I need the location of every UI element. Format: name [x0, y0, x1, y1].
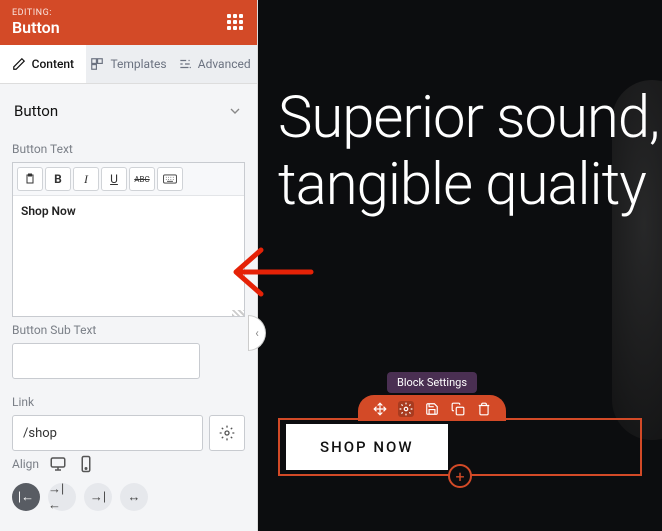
tab-templates[interactable]: Templates: [86, 45, 172, 83]
tab-content[interactable]: Content: [0, 45, 86, 83]
link-label: Link: [12, 395, 245, 409]
content-panel: Button Button Text B I U ABC Button Sub …: [0, 84, 257, 531]
clipboard-icon: [24, 173, 36, 185]
align-label: Align: [12, 457, 39, 471]
link-settings-button[interactable]: [209, 415, 245, 451]
pencil-icon: [12, 57, 26, 71]
tab-content-label: Content: [32, 57, 74, 71]
preview-canvas: Superior sound, tangible quality Block S…: [258, 0, 662, 531]
strikethrough-button[interactable]: ABC: [129, 167, 155, 191]
resize-handle[interactable]: [232, 310, 244, 316]
tab-advanced[interactable]: Advanced: [171, 45, 257, 83]
chevron-down-icon: [227, 103, 243, 119]
italic-button[interactable]: I: [73, 167, 99, 191]
tab-bar: Content Templates Advanced: [0, 45, 257, 84]
keyboard-button[interactable]: [157, 167, 183, 191]
editing-label: EDITING:: [12, 8, 60, 18]
button-block-selected[interactable]: SHOP NOW +: [278, 418, 642, 476]
align-options: |← →|← →| ↔: [12, 483, 245, 511]
align-left-button[interactable]: |←: [12, 483, 40, 511]
gear-icon: [219, 425, 235, 441]
add-block-button[interactable]: +: [448, 464, 472, 488]
button-text-input[interactable]: [13, 196, 244, 306]
block-tooltip: Block Settings: [387, 372, 477, 393]
button-text-label: Button Text: [12, 142, 245, 156]
editing-target: Button: [12, 18, 60, 37]
template-icon: [90, 57, 104, 71]
align-right-button[interactable]: →|: [84, 483, 112, 511]
align-center-button[interactable]: →|←: [48, 483, 76, 511]
keyboard-icon: [163, 174, 177, 184]
block-toolbar: Block Settings: [358, 372, 506, 421]
button-subtext-label: Button Sub Text: [12, 323, 245, 337]
desktop-icon[interactable]: [49, 455, 67, 473]
button-subtext-input[interactable]: [12, 343, 200, 379]
trash-icon: [477, 402, 491, 416]
editor-sidebar: EDITING: Button Content Templates Advanc…: [0, 0, 258, 531]
gear-icon: [399, 402, 413, 416]
rich-text-editor: B I U ABC: [12, 162, 245, 317]
sidebar-header: EDITING: Button: [0, 0, 257, 45]
mobile-icon[interactable]: [77, 455, 95, 473]
link-input[interactable]: [12, 415, 203, 451]
move-block-button[interactable]: [372, 401, 388, 417]
editor-toolbar: B I U ABC: [13, 163, 244, 196]
underline-button[interactable]: U: [101, 167, 127, 191]
shop-now-button[interactable]: SHOP NOW: [286, 424, 448, 470]
save-icon: [425, 402, 439, 416]
tab-advanced-label: Advanced: [198, 57, 251, 71]
block-settings-button[interactable]: [398, 401, 414, 417]
drag-handle-icon[interactable]: [227, 14, 245, 32]
save-block-button[interactable]: [424, 401, 440, 417]
hero-heading: Superior sound, tangible quality: [278, 85, 662, 218]
duplicate-block-button[interactable]: [450, 401, 466, 417]
sliders-icon: [178, 57, 192, 71]
paste-button[interactable]: [17, 167, 43, 191]
section-toggle-button[interactable]: Button: [12, 98, 245, 136]
bold-button[interactable]: B: [45, 167, 71, 191]
align-justify-button[interactable]: ↔: [120, 483, 148, 511]
copy-icon: [451, 402, 465, 416]
delete-block-button[interactable]: [476, 401, 492, 417]
move-icon: [373, 402, 387, 416]
tab-templates-label: Templates: [110, 57, 166, 71]
section-title: Button: [14, 102, 58, 120]
